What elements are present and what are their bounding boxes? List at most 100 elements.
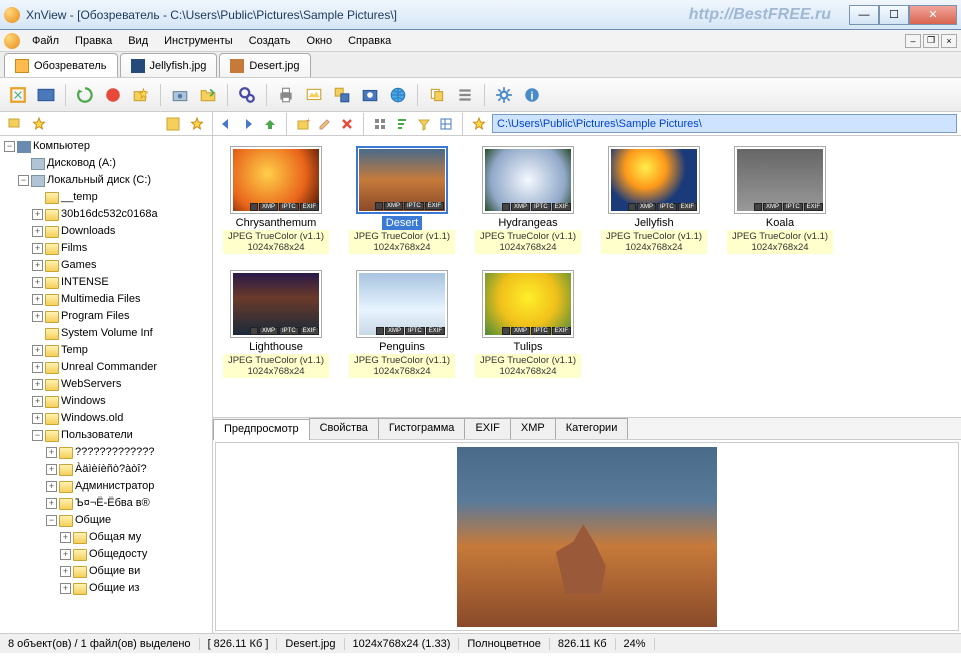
new-folder-icon[interactable]: +	[294, 115, 312, 133]
tree-drive[interactable]: Дисковод (A:)	[18, 155, 210, 172]
tree-node[interactable]: −Пользователи	[32, 427, 210, 444]
maximize-button[interactable]: ☐	[879, 5, 909, 25]
thumb-tulips[interactable]: XMPIPTCEXIFTulipsJPEG TrueColor (v1.1)10…	[475, 270, 581, 378]
convert-icon[interactable]	[330, 83, 354, 107]
menu-справка[interactable]: Справка	[340, 33, 399, 49]
expand-icon[interactable]: +	[32, 362, 43, 373]
expand-icon[interactable]: +	[32, 209, 43, 220]
menu-правка[interactable]: Правка	[67, 33, 120, 49]
nav-back-icon[interactable]	[217, 115, 235, 133]
tree-node[interactable]: +Общие ви	[60, 563, 210, 580]
tree-root[interactable]: −Компьютер	[4, 138, 210, 155]
expand-icon[interactable]: +	[32, 345, 43, 356]
expand-icon[interactable]: +	[32, 277, 43, 288]
favorites-add-icon[interactable]	[129, 83, 153, 107]
expand-icon[interactable]: +	[32, 396, 43, 407]
close-button[interactable]: ✕	[909, 5, 957, 25]
tree-node[interactable]: +Общедосту	[60, 546, 210, 563]
slideshow-icon[interactable]	[302, 83, 326, 107]
expand-icon[interactable]: +	[32, 379, 43, 390]
delete-icon[interactable]	[338, 115, 356, 133]
open-folder-icon[interactable]	[196, 83, 220, 107]
view-mode-icon[interactable]	[371, 115, 389, 133]
thumb-lighthouse[interactable]: XMPIPTCEXIFLighthouseJPEG TrueColor (v1.…	[223, 270, 329, 378]
thumb-penguins[interactable]: XMPIPTCEXIFPenguinsJPEG TrueColor (v1.1)…	[349, 270, 455, 378]
tree-node[interactable]: __temp	[32, 189, 210, 206]
thumb-hydrangeas[interactable]: XMPIPTCEXIFHydrangeasJPEG TrueColor (v1.…	[475, 146, 581, 254]
tree-node[interactable]: +Àäìèíèñò?àòî?	[46, 461, 210, 478]
expand-icon[interactable]: +	[60, 566, 71, 577]
preview-tab-3[interactable]: EXIF	[464, 418, 510, 439]
fit-window-icon[interactable]	[6, 83, 30, 107]
expand-icon[interactable]: +	[46, 464, 57, 475]
tree-node[interactable]: +Windows.old	[32, 410, 210, 427]
expand-icon[interactable]: +	[46, 481, 57, 492]
menu-вид[interactable]: Вид	[120, 33, 156, 49]
refresh-icon[interactable]	[73, 83, 97, 107]
tree-node[interactable]: +WebServers	[32, 376, 210, 393]
expand-icon[interactable]: +	[46, 498, 57, 509]
expand-icon[interactable]: −	[18, 175, 29, 186]
thumb-desert[interactable]: XMPIPTCEXIFDesertJPEG TrueColor (v1.1)10…	[349, 146, 455, 254]
expand-icon[interactable]	[18, 158, 29, 169]
minimize-button[interactable]: —	[849, 5, 879, 25]
expand-icon[interactable]: +	[60, 583, 71, 594]
nav-up-icon[interactable]	[261, 115, 279, 133]
tree-node[interactable]: System Volume Inf	[32, 325, 210, 342]
tree-node[interactable]: +Program Files	[32, 308, 210, 325]
search-icon[interactable]	[235, 83, 259, 107]
tree-node[interactable]: +Unreal Commander	[32, 359, 210, 376]
stop-icon[interactable]	[101, 83, 125, 107]
expand-icon[interactable]: −	[4, 141, 15, 152]
rename-icon[interactable]	[316, 115, 334, 133]
preview-tab-4[interactable]: XMP	[510, 418, 556, 439]
thumb-koala[interactable]: XMPIPTCEXIFKoalaJPEG TrueColor (v1.1)102…	[727, 146, 833, 254]
menu-окно[interactable]: Окно	[299, 33, 341, 49]
preview-tab-5[interactable]: Категории	[555, 418, 629, 439]
tree-node[interactable]: +Общие из	[60, 580, 210, 597]
help-icon[interactable]: i	[520, 83, 544, 107]
tree-node[interactable]: +?????????????	[46, 444, 210, 461]
filter-icon[interactable]	[415, 115, 433, 133]
nav-forward-icon[interactable]	[239, 115, 257, 133]
tab-jellyfish-jpg[interactable]: Jellyfish.jpg	[120, 53, 218, 77]
tree-node[interactable]: −Общие	[46, 512, 210, 529]
expand-icon[interactable]: +	[32, 413, 43, 424]
menu-файл[interactable]: Файл	[24, 33, 67, 49]
preview-tab-0[interactable]: Предпросмотр	[213, 419, 310, 440]
thumb-jellyfish[interactable]: XMPIPTCEXIFJellyfishJPEG TrueColor (v1.1…	[601, 146, 707, 254]
menu-создать[interactable]: Создать	[241, 33, 299, 49]
acquire-icon[interactable]	[168, 83, 192, 107]
expand-icon[interactable]: +	[60, 532, 71, 543]
mdi-close[interactable]: ×	[941, 34, 957, 48]
address-bar[interactable]	[492, 114, 957, 133]
tree-sync-icon[interactable]	[6, 115, 24, 133]
tree-fav2-icon[interactable]	[188, 115, 206, 133]
expand-icon[interactable]: +	[32, 311, 43, 322]
preview-tab-1[interactable]: Свойства	[309, 418, 379, 439]
menu-инструменты[interactable]: Инструменты	[156, 33, 241, 49]
expand-icon[interactable]	[32, 192, 43, 203]
copy-icon[interactable]	[425, 83, 449, 107]
tree-node[interactable]: +INTENSE	[32, 274, 210, 291]
capture-icon[interactable]	[358, 83, 382, 107]
tree-node[interactable]: +30b16dc532c0168a	[32, 206, 210, 223]
tree-node[interactable]: +Films	[32, 240, 210, 257]
tree-node[interactable]: +Ъ¤¬Ё-Ёбва в®	[46, 495, 210, 512]
thumbnail-grid[interactable]: XMPIPTCEXIFChrysanthemumJPEG TrueColor (…	[213, 136, 961, 417]
expand-icon[interactable]	[32, 328, 43, 339]
thumb-chrysanthemum[interactable]: XMPIPTCEXIFChrysanthemumJPEG TrueColor (…	[223, 146, 329, 254]
print-icon[interactable]	[274, 83, 298, 107]
tree-drive[interactable]: −Локальный диск (C:)	[18, 172, 210, 189]
expand-icon[interactable]: +	[32, 260, 43, 271]
expand-icon[interactable]: −	[32, 430, 43, 441]
mdi-minimize[interactable]: –	[905, 34, 921, 48]
tab--[interactable]: Обозреватель	[4, 53, 118, 77]
tree-node[interactable]: +Games	[32, 257, 210, 274]
tree-node[interactable]: +Temp	[32, 342, 210, 359]
mdi-restore[interactable]: ❐	[923, 34, 939, 48]
expand-icon[interactable]: +	[60, 549, 71, 560]
addr-fav-icon[interactable]	[470, 115, 488, 133]
tree-node[interactable]: +Downloads	[32, 223, 210, 240]
tree-node[interactable]: +Общая му	[60, 529, 210, 546]
